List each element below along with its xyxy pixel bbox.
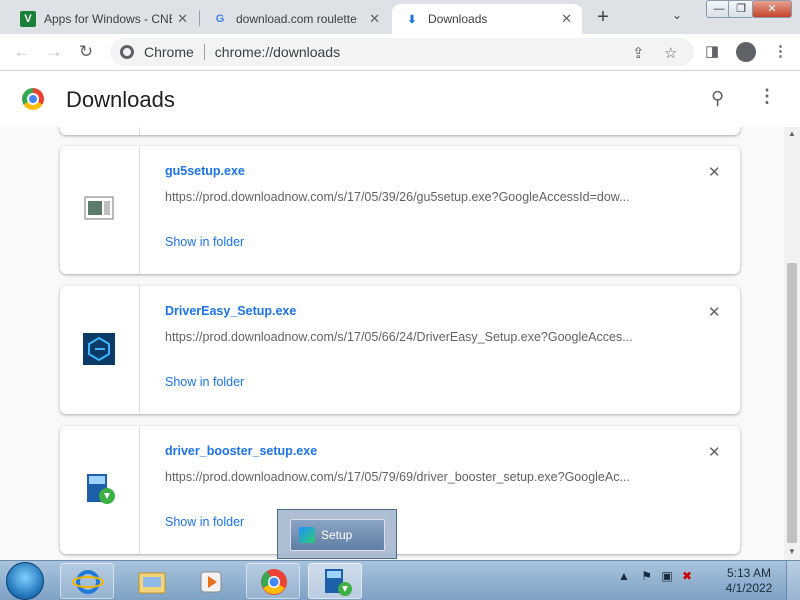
file-icon-area bbox=[60, 426, 140, 554]
file-icon-area bbox=[60, 146, 140, 274]
setup-icon bbox=[299, 527, 315, 543]
tray-expand-icon[interactable]: ▲ bbox=[618, 569, 630, 583]
tab-downloads[interactable]: ⬇ Downloads ✕ bbox=[392, 4, 582, 34]
chrome-logo-icon bbox=[22, 88, 44, 110]
tab-roulette[interactable]: G download.com roulette ✕ bbox=[200, 4, 390, 34]
chrome-icon bbox=[261, 569, 287, 595]
file-url[interactable]: https://prod.downloadnow.com/s/17/05/66/… bbox=[165, 330, 633, 344]
taskbar-chrome[interactable] bbox=[246, 563, 300, 599]
scrollbar[interactable]: ▲ ▼ bbox=[784, 127, 800, 560]
download-card: gu5setup.exe https://prod.downloadnow.co… bbox=[60, 146, 740, 274]
share-icon[interactable]: ⇪ bbox=[632, 44, 645, 62]
show-in-folder-link[interactable]: Show in folder bbox=[165, 375, 244, 389]
downloads-list: gu5setup.exe https://prod.downloadnow.co… bbox=[0, 127, 784, 560]
omnibox-separator bbox=[203, 44, 205, 60]
show-in-folder-link[interactable]: Show in folder bbox=[165, 235, 244, 249]
taskbar-setup[interactable] bbox=[308, 563, 362, 599]
installer-icon bbox=[84, 196, 114, 220]
show-in-folder-link[interactable]: Show in folder bbox=[165, 515, 244, 529]
iobit-installer-icon bbox=[87, 474, 115, 504]
remove-download-icon[interactable]: ✕ bbox=[708, 443, 721, 461]
file-name-link[interactable]: driver_booster_setup.exe bbox=[165, 444, 317, 458]
page-title: Downloads bbox=[66, 87, 175, 112]
file-url[interactable]: https://prod.downloadnow.com/s/17/05/79/… bbox=[165, 470, 630, 484]
taskbar-thumbnail-popup: Setup bbox=[277, 509, 397, 559]
back-button[interactable]: ← bbox=[12, 42, 32, 62]
system-tray: ▲ ⚑ ▣ ✖ bbox=[618, 569, 692, 583]
folder-icon bbox=[138, 572, 166, 594]
tab-strip: V Apps for Windows - CNET ✕ G download.c… bbox=[0, 0, 800, 34]
media-player-icon bbox=[200, 571, 222, 593]
setup-window-thumbnail[interactable]: Setup bbox=[290, 519, 385, 551]
taskbar: ▲ ⚑ ▣ ✖ 5:13 AM 4/1/2022 bbox=[0, 560, 800, 600]
remove-download-icon[interactable]: ✕ bbox=[708, 163, 721, 181]
close-tab-icon[interactable]: ✕ bbox=[369, 11, 380, 27]
clock[interactable]: 5:13 AM 4/1/2022 bbox=[718, 566, 780, 596]
start-button[interactable] bbox=[6, 562, 44, 600]
volume-muted-icon[interactable]: ✖ bbox=[682, 569, 692, 583]
taskbar-ie[interactable] bbox=[60, 563, 114, 599]
download-card-partial bbox=[60, 127, 740, 135]
action-center-flag-icon[interactable]: ⚑ bbox=[641, 569, 652, 583]
taskbar-explorer[interactable] bbox=[124, 563, 178, 599]
downloads-header: Downloads ⚲ ⋮ bbox=[0, 71, 800, 127]
side-panel-icon[interactable]: ◨ bbox=[705, 42, 719, 60]
internet-explorer-icon bbox=[72, 570, 104, 594]
network-icon[interactable]: ▣ bbox=[661, 569, 672, 583]
reload-button[interactable]: ↻ bbox=[76, 42, 96, 62]
search-icon[interactable]: ⚲ bbox=[711, 88, 724, 109]
download-icon: ⬇ bbox=[407, 13, 417, 26]
address-bar[interactable]: Chrome chrome://downloads ⇪ ☆ bbox=[110, 38, 694, 66]
download-card: driver_booster_setup.exe https://prod.do… bbox=[60, 426, 740, 554]
tab-title: Downloads bbox=[428, 12, 488, 26]
forward-button[interactable]: → bbox=[44, 42, 64, 62]
close-tab-icon[interactable]: ✕ bbox=[177, 11, 188, 27]
file-name-link[interactable]: gu5setup.exe bbox=[165, 164, 245, 178]
scroll-thumb[interactable] bbox=[787, 263, 797, 543]
file-url[interactable]: https://prod.downloadnow.com/s/17/05/39/… bbox=[165, 190, 630, 204]
site-label: Chrome bbox=[144, 44, 194, 60]
file-name-link[interactable]: DriverEasy_Setup.exe bbox=[165, 304, 296, 318]
drivereasy-icon bbox=[83, 333, 115, 365]
file-icon-area bbox=[60, 127, 140, 135]
taskbar-media-player[interactable] bbox=[184, 563, 238, 599]
scroll-down-arrow-icon[interactable]: ▼ bbox=[788, 547, 796, 556]
remove-download-icon[interactable]: ✕ bbox=[708, 303, 721, 321]
more-actions-icon[interactable]: ⋮ bbox=[758, 86, 776, 107]
cnet-icon: V bbox=[20, 11, 36, 27]
chrome-site-icon bbox=[120, 45, 134, 59]
tab-cnet[interactable]: V Apps for Windows - CNET ✕ bbox=[8, 4, 198, 34]
close-window-button[interactable]: ✕ bbox=[752, 0, 792, 18]
clock-time: 5:13 AM bbox=[726, 566, 772, 580]
popup-label: Setup bbox=[321, 528, 353, 542]
clock-date: 4/1/2022 bbox=[725, 581, 773, 595]
file-icon-area bbox=[60, 286, 140, 414]
close-tab-icon[interactable]: ✕ bbox=[561, 11, 572, 27]
bookmark-star-icon[interactable]: ☆ bbox=[664, 44, 677, 62]
tab-search-chevron-icon[interactable]: ⌄ bbox=[672, 8, 682, 22]
url-text: chrome://downloads bbox=[214, 44, 341, 60]
restore-button[interactable]: ❐ bbox=[728, 0, 754, 18]
download-card: DriverEasy_Setup.exe https://prod.downlo… bbox=[60, 286, 740, 414]
scroll-up-arrow-icon[interactable]: ▲ bbox=[788, 129, 796, 138]
tab-title: Apps for Windows - CNET bbox=[44, 12, 172, 26]
iobit-setup-icon bbox=[325, 569, 352, 596]
google-icon: G bbox=[215, 13, 225, 25]
more-menu-icon[interactable]: ⋮ bbox=[773, 42, 788, 60]
show-desktop-button[interactable] bbox=[786, 561, 800, 600]
tab-title: download.com roulette bbox=[236, 12, 357, 26]
profile-avatar[interactable] bbox=[736, 42, 756, 62]
browser-toolbar: ← → ↻ Chrome chrome://downloads ⇪ ☆ ◨ ⋮ bbox=[0, 34, 800, 71]
new-tab-button[interactable]: + bbox=[592, 7, 614, 27]
